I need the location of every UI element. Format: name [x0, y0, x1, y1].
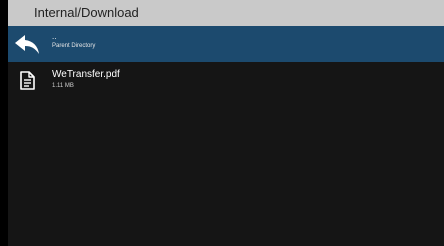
document-icon: [20, 71, 35, 90]
parent-directory-label: ..: [52, 32, 57, 41]
file-browser: Internal/Download .. Parent Directory We…: [8, 0, 444, 246]
parent-directory-sublabel: Parent Directory: [52, 43, 96, 49]
file-size: 1.11 MB: [52, 83, 74, 89]
parent-directory-row[interactable]: .. Parent Directory: [8, 26, 444, 62]
title-bar: Internal/Download: [8, 0, 444, 26]
file-row-wetransfer-pdf[interactable]: WeTransfer.pdf 1.11 MB: [8, 62, 444, 98]
back-arrow-icon: [15, 35, 39, 54]
file-name: WeTransfer.pdf: [52, 69, 120, 80]
page-title: Internal/Download: [34, 5, 139, 20]
